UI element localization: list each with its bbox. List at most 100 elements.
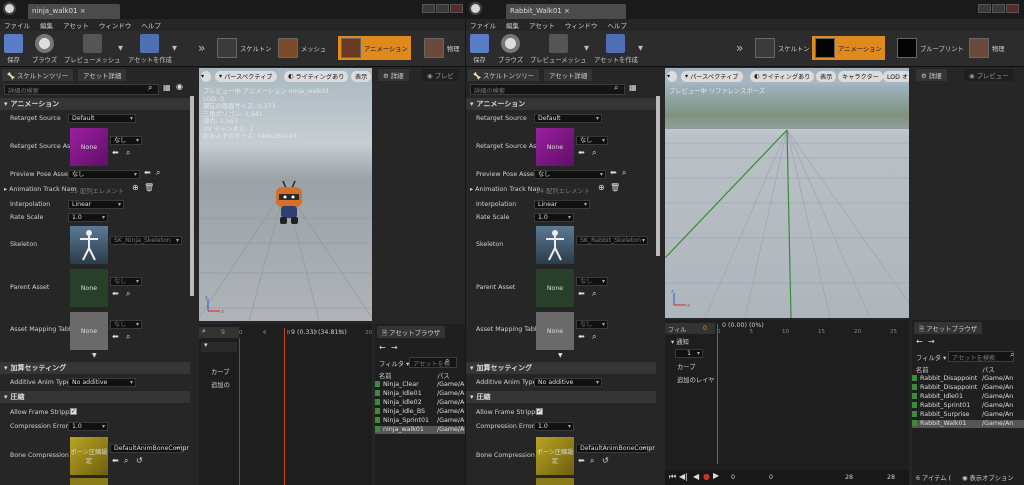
anim-track-row[interactable]: ▸ Animation Track Nan: [470, 186, 540, 193]
grid-view-icon[interactable]: ▦: [629, 83, 637, 92]
use-selected-arrow-icon[interactable]: ⬅: [578, 289, 585, 298]
list-item[interactable]: Ninja_Idle_BS/Game/A: [375, 408, 465, 416]
parent-asset-dropdown[interactable]: なし: [576, 277, 608, 286]
asset-mapping-thumbnail[interactable]: None: [536, 312, 574, 350]
notify-track[interactable]: ▾ 通知: [671, 337, 689, 346]
tab-asset-details[interactable]: アセット詳細: [544, 69, 593, 81]
preview-pose-dropdown[interactable]: なし: [68, 170, 140, 179]
asset-tab[interactable]: ninja_walk01 ×: [28, 4, 120, 19]
show-button[interactable]: 表示: [351, 71, 372, 82]
playhead[interactable]: [717, 324, 718, 464]
asset-search-input[interactable]: アセットを検索: [948, 351, 1014, 362]
viewport[interactable]: ▾ ▾ パースペクティブ ◐ ライティングあり 表示 プレビュー中 アニメーショ…: [199, 68, 372, 321]
expand-modes-icon[interactable]: »: [198, 41, 205, 55]
chevron-down-icon[interactable]: ▾: [172, 43, 177, 54]
tab-details[interactable]: ⚙ 詳細: [378, 69, 409, 81]
bone-compression-thumbnail[interactable]: ボーン圧縮設定: [536, 437, 574, 475]
browse-button[interactable]: ブラウズ: [498, 34, 523, 64]
scrollbar[interactable]: [190, 96, 194, 296]
save-button[interactable]: 保存: [4, 34, 23, 64]
details-search-input[interactable]: 詳細の検索: [470, 84, 625, 95]
use-selected-arrow-icon[interactable]: ⬅: [578, 456, 585, 465]
menu-window[interactable]: ウィンドウ: [565, 20, 598, 30]
grid-view-icon[interactable]: ▦: [163, 83, 171, 92]
list-item[interactable]: Ninja_Sprint01/Game/A: [375, 417, 465, 425]
list-item-selected[interactable]: ninja_walk01/Game/A: [375, 426, 465, 434]
add-element-icon[interactable]: ⊕: [132, 183, 139, 192]
asset-tab[interactable]: Rabbit_Walk01 ×: [506, 4, 626, 19]
range-start[interactable]: 0: [731, 474, 735, 481]
column-name[interactable]: 名前: [916, 365, 929, 374]
browse-search-icon[interactable]: ⌕: [156, 168, 160, 178]
anim-track-row[interactable]: ▸ Animation Track Nam: [4, 186, 76, 193]
timeline-ruler[interactable]: 0 4 8 10 15 20: [239, 330, 372, 338]
lighting-button[interactable]: ◐ ライティングあり: [750, 71, 815, 82]
use-selected-arrow-icon[interactable]: ⬅: [112, 289, 119, 298]
additive-anim-type-dropdown[interactable]: No additive: [534, 378, 602, 387]
browse-search-icon[interactable]: ⌕: [126, 332, 130, 342]
menu-window[interactable]: ウィンドウ: [99, 20, 132, 30]
jump-start-icon[interactable]: ⏮: [669, 472, 676, 482]
view-start[interactable]: 0: [769, 474, 773, 481]
column-path[interactable]: パス: [437, 371, 450, 380]
column-name[interactable]: 名前: [379, 371, 392, 380]
bone-compression-dropdown[interactable]: DefaultAnimBoneCompr: [576, 444, 655, 453]
scrollbar[interactable]: [656, 96, 660, 256]
section-compression[interactable]: ▾ 圧縮: [0, 391, 190, 403]
bone-compression-thumbnail[interactable]: ボーン圧縮設定: [70, 437, 108, 475]
mode-physics[interactable]: 物理: [966, 36, 1008, 60]
section-additive[interactable]: ▾ 加算セッティング: [0, 362, 190, 374]
asset-mapping-dropdown[interactable]: なし: [576, 320, 608, 329]
tab-details[interactable]: ⚙ 詳細: [916, 69, 947, 81]
range-end[interactable]: 28: [887, 474, 895, 481]
asset-picker-dropdown[interactable]: なし: [110, 136, 142, 145]
retarget-source-dropdown[interactable]: Default: [68, 114, 136, 123]
trash-icon[interactable]: 🗑: [144, 183, 154, 192]
tab-asset-browser[interactable]: 🗎 アセットブラウザ: [377, 326, 446, 338]
skeleton-dropdown[interactable]: SK_Rabbit_Skeleton: [576, 236, 648, 245]
filter-button[interactable]: フィルタ ▾: [379, 359, 409, 368]
chevron-down-icon[interactable]: ▾: [584, 43, 589, 54]
menu-file[interactable]: ファイル: [4, 20, 30, 30]
mode-physics[interactable]: 物理: [421, 36, 463, 60]
play-reverse-icon[interactable]: ◀: [693, 472, 699, 481]
menu-edit[interactable]: 編集: [506, 20, 519, 30]
list-item[interactable]: Ninja_Idle01/Game/A: [375, 390, 465, 398]
allow-frame-stripping-checkbox[interactable]: ✓: [536, 408, 543, 415]
viewport-menu-button[interactable]: ▾: [667, 71, 677, 82]
character-button[interactable]: キャラクター: [838, 71, 883, 82]
column-path[interactable]: パス: [982, 365, 995, 374]
minimize-icon[interactable]: [978, 4, 991, 13]
browse-search-icon[interactable]: ⌕: [592, 332, 596, 342]
use-selected-arrow-icon[interactable]: ⬅: [112, 148, 119, 157]
notify-track-count[interactable]: 1: [675, 349, 703, 358]
add-element-icon[interactable]: ⊕: [598, 183, 605, 192]
retarget-source-dropdown[interactable]: Default: [534, 114, 602, 123]
reset-icon[interactable]: ↺: [136, 456, 143, 465]
mode-animation[interactable]: アニメーション: [812, 36, 885, 60]
menu-asset[interactable]: アセット: [529, 20, 555, 30]
step-back-icon[interactable]: ◀|: [679, 472, 688, 481]
view-end[interactable]: 28: [845, 474, 853, 481]
list-item[interactable]: Rabbit_Surprise/Game/An: [912, 411, 1024, 419]
viewport[interactable]: ▾ ▾ パースペクティブ ◐ ライティングあり 表示 キャラクター LOD オ …: [665, 68, 909, 318]
mode-blueprint[interactable]: ブループリント: [894, 36, 967, 60]
use-selected-arrow-icon[interactable]: ⬅: [112, 456, 119, 465]
mode-skeleton[interactable]: スケルトン: [752, 36, 812, 60]
timeline-filter[interactable]: フィル 0: [665, 323, 715, 334]
timeline-filter[interactable]: ⌕ 9: [199, 327, 239, 338]
mode-animation[interactable]: アニメーション: [338, 36, 411, 60]
menu-file[interactable]: ファイル: [470, 20, 496, 30]
use-selected-arrow-icon[interactable]: ⬅: [578, 148, 585, 157]
compression-error-field[interactable]: 1.0: [534, 422, 574, 431]
lighting-button[interactable]: ◐ ライティングあり: [284, 71, 349, 82]
save-button[interactable]: 保存: [470, 34, 489, 64]
additive-track-label[interactable]: 追加のレイヤ: [677, 375, 715, 384]
menu-edit[interactable]: 編集: [40, 20, 53, 30]
back-arrow-icon[interactable]: ←: [916, 337, 923, 346]
parent-asset-thumbnail[interactable]: None: [70, 269, 108, 307]
expand-modes-icon[interactable]: »: [736, 41, 743, 55]
create-asset-button[interactable]: アセットを作成: [128, 34, 172, 64]
asset-mapping-dropdown[interactable]: なし: [110, 320, 142, 329]
view-options-button[interactable]: ◉ 表示オプション: [962, 473, 1014, 482]
